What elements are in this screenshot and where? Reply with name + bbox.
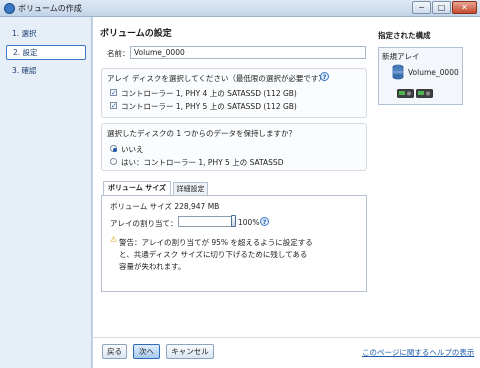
disk-prompt: アレイ ディスクを選択してください（最低限の選択が必要です）： [107, 74, 330, 83]
step-settings[interactable]: 2. 設定 [6, 45, 86, 60]
disk-label-2: コントローラー 1, PHY 5 上の SATASSD (112 GB) [121, 102, 297, 111]
disk-icon [397, 88, 414, 98]
volume-size-text: ボリューム サイズ 228,947 MB [110, 202, 220, 211]
allocation-percent: 100% [238, 218, 260, 227]
warning-line-2: と、共通ディスク サイズに切り下げるために残してある [119, 250, 308, 259]
app-icon [4, 3, 15, 14]
next-button[interactable]: 次へ [133, 344, 160, 359]
warning-line-1: 警告：アレイの割り当てが 95% を超えるように設定する [119, 238, 313, 247]
cancel-button[interactable]: キャンセル [166, 344, 214, 359]
step-select[interactable]: 1. 選択 [6, 27, 86, 42]
minimize-button[interactable]: − [412, 1, 431, 14]
disk-checkbox-2[interactable]: ✓ [110, 102, 117, 110]
footer-divider [93, 337, 480, 338]
warning-icon: ⚠ [110, 235, 118, 244]
help-link[interactable]: このページに関するヘルプの表示 [362, 347, 474, 358]
volume-stack-icon [392, 64, 404, 80]
allocation-slider-thumb[interactable] [231, 215, 236, 227]
config-volume-label: Volume_0000 [408, 68, 459, 77]
window-title: ボリュームの作成 [18, 4, 82, 13]
step-confirm[interactable]: 3. 確認 [6, 64, 86, 79]
keep-prompt: 選択したディスクの 1 つからのデータを保持しますか？ [107, 129, 297, 138]
new-array-label: 新規アレイ [382, 52, 420, 61]
disk-icon [416, 88, 433, 98]
keep-no-radio[interactable] [110, 145, 117, 152]
name-label: 名前： [107, 49, 130, 58]
config-heading: 指定された構成 [378, 31, 431, 40]
page-title: ボリュームの設定 [100, 29, 172, 39]
help-icon[interactable]: ? [260, 217, 269, 226]
close-button[interactable]: ✕ [452, 1, 477, 14]
keep-no-label: いいえ [121, 145, 144, 154]
back-button[interactable]: 戻る [102, 344, 127, 359]
help-icon[interactable]: ? [320, 72, 329, 81]
warning-line-3: 容量が失われます。 [119, 262, 186, 271]
keep-yes-label: はい：コントローラー 1, PHY 5 上の SATASSD [121, 158, 284, 167]
disk-label-1: コントローラー 1, PHY 4 上の SATASSD (112 GB) [121, 89, 297, 98]
tab-volume-size[interactable]: ボリューム サイズ [103, 181, 171, 195]
maximize-button[interactable]: □ [432, 1, 451, 14]
disk-checkbox-1[interactable]: ✓ [110, 89, 117, 97]
allocation-slider[interactable] [178, 216, 236, 227]
tab-advanced[interactable]: 詳細設定 [173, 182, 208, 195]
keep-yes-radio[interactable] [110, 158, 117, 165]
volume-name-input[interactable]: Volume_0000 [130, 46, 366, 59]
allocation-label: アレイの割り当て： [110, 219, 178, 228]
